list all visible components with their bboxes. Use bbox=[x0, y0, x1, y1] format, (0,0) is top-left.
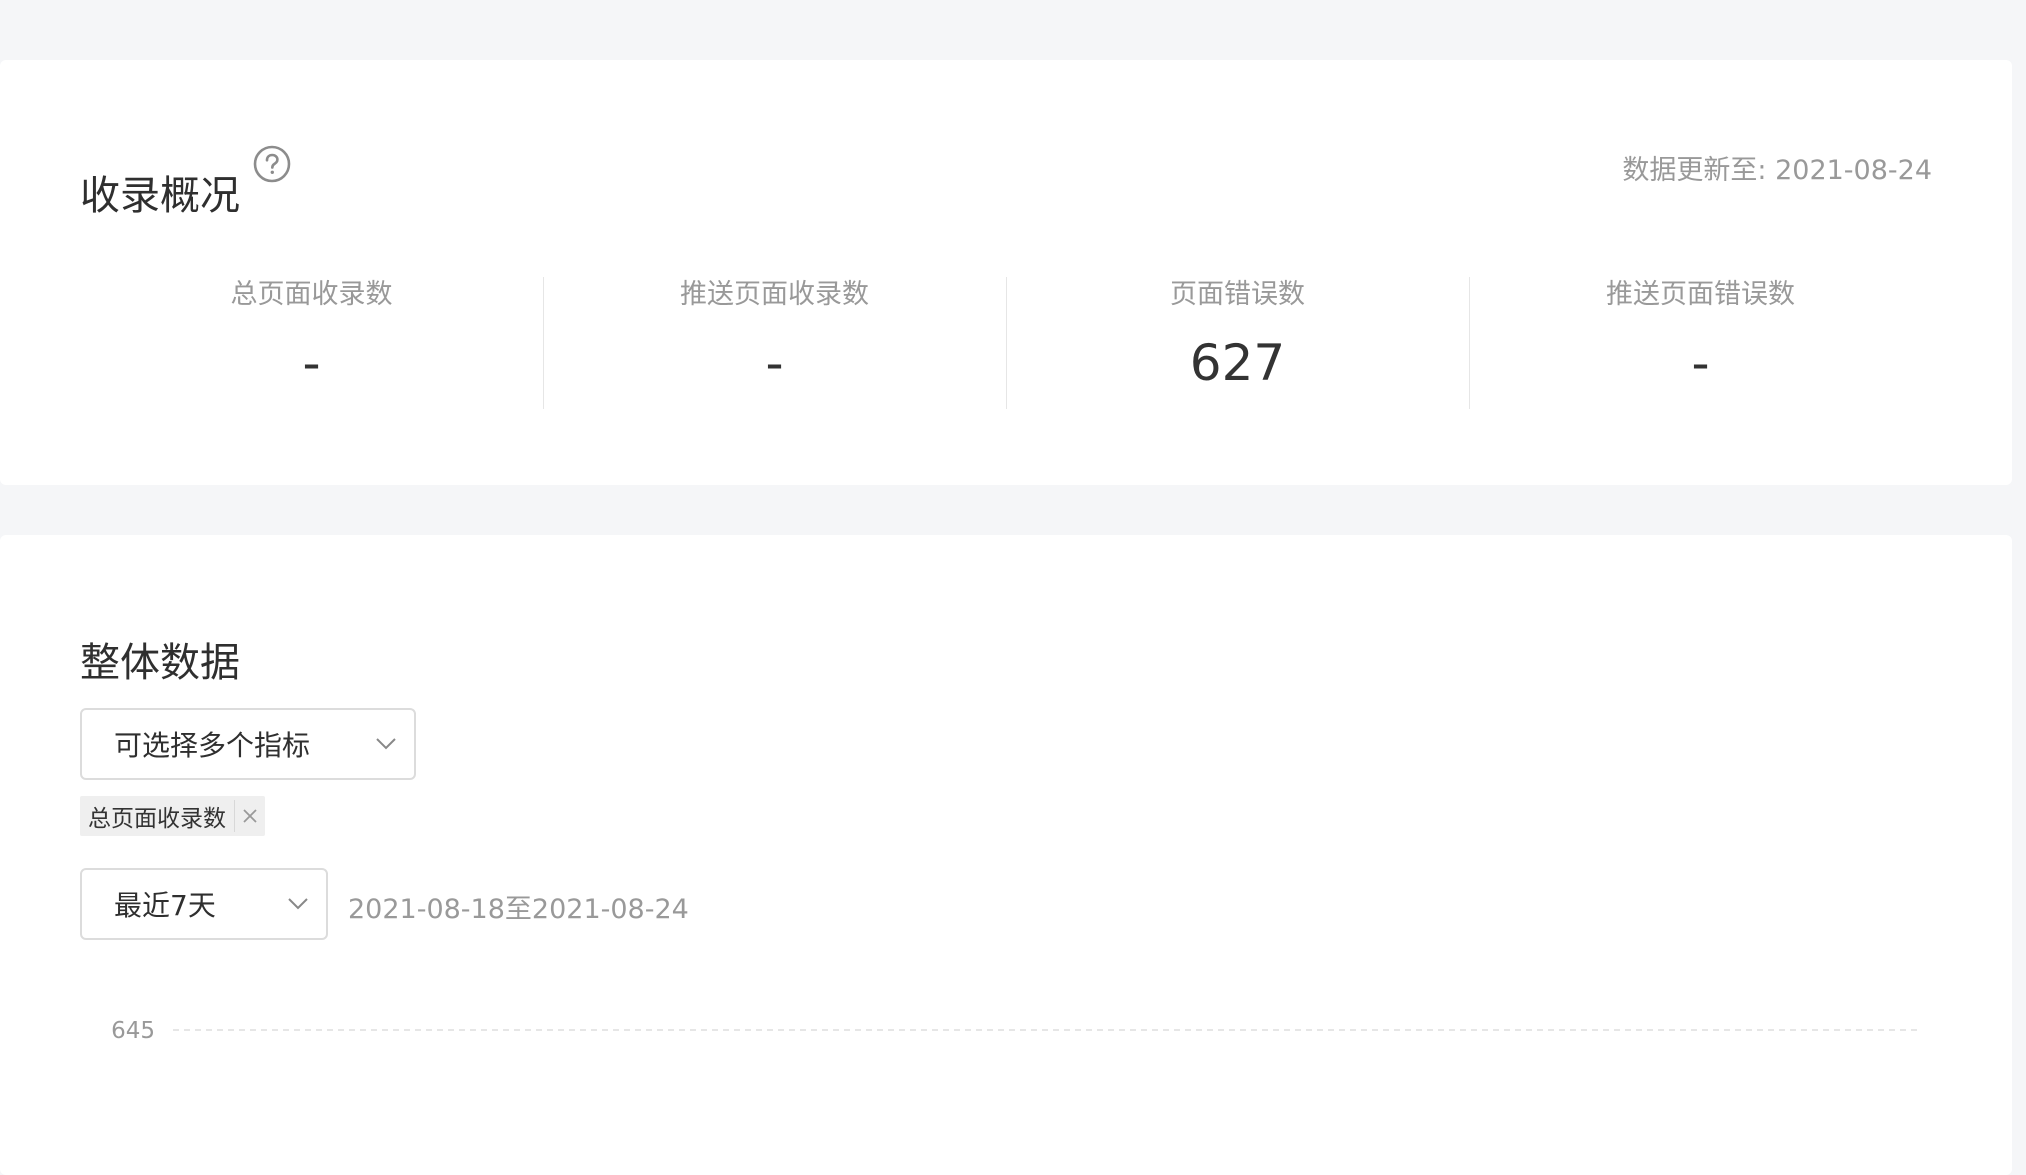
stat-label: 页面错误数 bbox=[1170, 279, 1305, 310]
stat-value: - bbox=[302, 334, 321, 393]
stat-label: 推送页面收录数 bbox=[680, 279, 869, 310]
stat-total-indexed: 总页面收录数 - bbox=[80, 277, 543, 409]
stat-value: - bbox=[1691, 334, 1710, 393]
stat-label: 推送页面错误数 bbox=[1606, 279, 1795, 310]
data-update-date: 数据更新至: 2021-08-24 bbox=[1622, 155, 1932, 186]
stat-value: - bbox=[765, 334, 784, 393]
selected-metric-tag: 总页面收录数 bbox=[80, 796, 265, 836]
stat-page-errors: 页面错误数 627 bbox=[1006, 277, 1469, 409]
overview-title: 收录概况 bbox=[80, 173, 240, 220]
close-icon[interactable] bbox=[235, 796, 265, 836]
question-circle-icon[interactable] bbox=[253, 145, 291, 183]
metrics-multiselect[interactable]: 可选择多个指标 bbox=[80, 708, 416, 780]
y-axis-ticks: 645 bbox=[111, 1018, 1917, 1044]
overall-data-card: 整体数据 可选择多个指标 总页面收录数 最近7天 2021-08-18至2021… bbox=[0, 535, 2012, 1175]
overview-stats: 总页面收录数 - 推送页面收录数 - 页面错误数 627 推送页面错误数 - bbox=[80, 277, 1932, 409]
date-range-text: 2021-08-18至2021-08-24 bbox=[348, 894, 689, 925]
overview-card: 收录概况 数据更新至: 2021-08-24 总页面收录数 - 推送页面收录数 … bbox=[0, 60, 2012, 485]
stat-label: 总页面收录数 bbox=[230, 279, 393, 310]
chevron-down-icon bbox=[288, 898, 308, 910]
trend-chart: 645 bbox=[111, 1018, 1917, 1044]
chevron-down-icon bbox=[376, 738, 396, 750]
overall-title: 整体数据 bbox=[80, 640, 240, 687]
tag-label: 总页面收录数 bbox=[88, 806, 226, 832]
stat-value: 627 bbox=[1189, 334, 1286, 393]
date-range-select[interactable]: 最近7天 bbox=[80, 868, 328, 940]
stat-push-indexed: 推送页面收录数 - bbox=[543, 277, 1006, 409]
stat-push-errors: 推送页面错误数 - bbox=[1469, 277, 1932, 409]
date-range-select-value: 最近7天 bbox=[114, 889, 216, 922]
metrics-select-placeholder: 可选择多个指标 bbox=[114, 729, 311, 762]
y-tick-label: 645 bbox=[111, 1018, 155, 1044]
